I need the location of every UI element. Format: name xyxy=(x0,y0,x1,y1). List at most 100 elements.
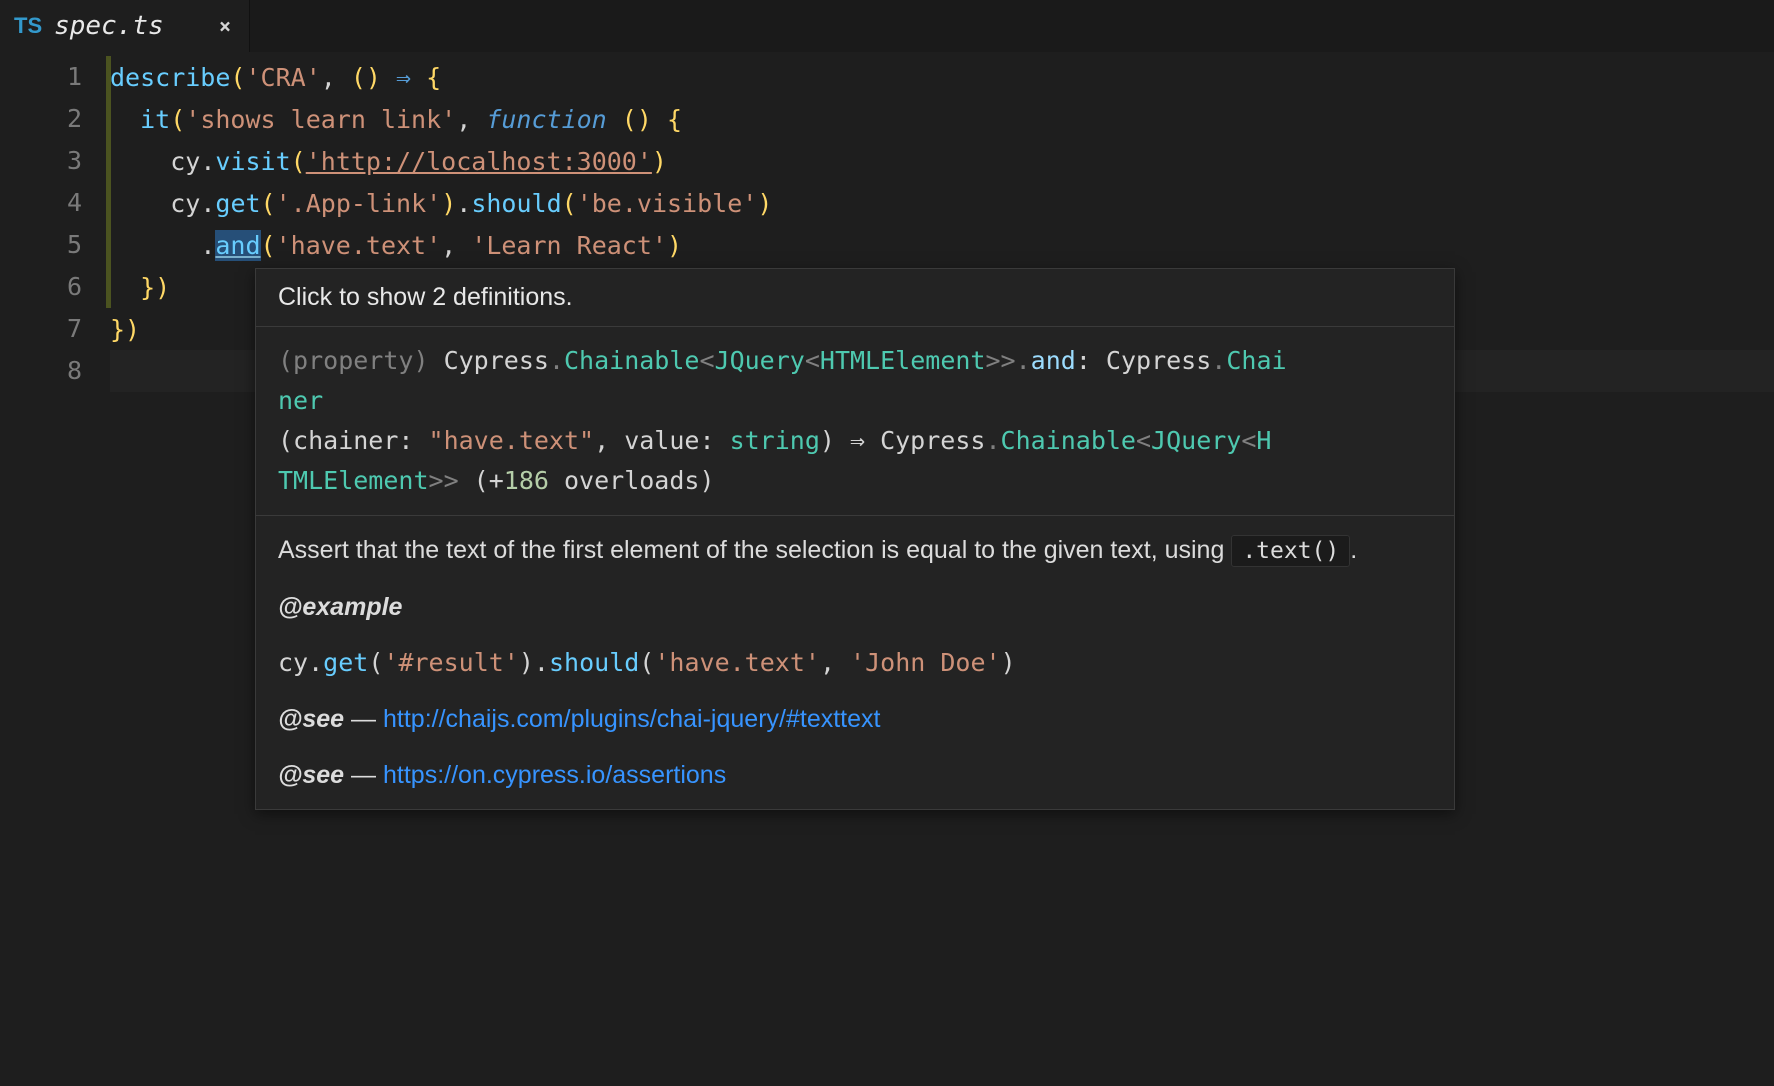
doc-mdash: — xyxy=(344,761,383,789)
doc-tag-see: @see xyxy=(278,705,344,733)
sig-token: < xyxy=(805,346,820,375)
sig-token: ) ⇒ Cypress xyxy=(820,426,986,455)
token-object: cy xyxy=(170,147,200,176)
token-string: 'have.text' xyxy=(276,231,442,260)
token-brace: { xyxy=(652,105,682,134)
sig-token: < xyxy=(1136,426,1151,455)
line-number: 2 xyxy=(0,98,82,140)
sig-token: , value: xyxy=(594,426,729,455)
line-number: 3 xyxy=(0,140,82,182)
token-url[interactable]: 'http://localhost:3000' xyxy=(306,147,652,176)
doc-tag-see: @see xyxy=(278,761,344,789)
token-dot: . xyxy=(200,189,215,218)
token-comma: , xyxy=(441,231,471,260)
token-paren: ( xyxy=(261,231,276,260)
line-number: 4 xyxy=(0,182,82,224)
sig-token: Chainable xyxy=(1001,426,1136,455)
token-string: 'be.visible' xyxy=(577,189,758,218)
code-line[interactable]: describe('CRA', () ⇒ { xyxy=(110,56,1774,98)
token-function: get xyxy=(215,189,260,218)
token-brace: }) xyxy=(110,315,140,344)
token-brace: }) xyxy=(140,273,170,302)
ex-token: ( xyxy=(368,648,383,677)
ex-token: 'have.text' xyxy=(654,648,820,677)
sig-token: JQuery xyxy=(715,346,805,375)
hover-documentation: Assert that the text of the first elemen… xyxy=(256,516,1454,809)
line-number-gutter: 1 2 3 4 5 6 7 8 xyxy=(0,56,110,392)
sig-token: TMLElement xyxy=(278,466,429,495)
sig-token: "have.text" xyxy=(429,426,595,455)
doc-mdash: — xyxy=(344,705,383,733)
token-dot: . xyxy=(200,231,215,260)
ex-token: . xyxy=(534,648,549,677)
token-paren: ( xyxy=(291,147,306,176)
ex-token: cy xyxy=(278,648,308,677)
token-comma: , xyxy=(321,63,351,92)
token-and-selected[interactable]: and xyxy=(215,230,260,261)
token-paren: ) xyxy=(667,231,682,260)
doc-text: Assert that the text of the first elemen… xyxy=(278,536,1231,564)
tab-bar: TS spec.ts × xyxy=(0,0,1774,52)
line-number: 8 xyxy=(0,350,82,392)
doc-example-code: cy.get('#result').should('have.text', 'J… xyxy=(278,643,1432,683)
sig-token: >> xyxy=(985,346,1015,375)
ex-token: ) xyxy=(1001,648,1016,677)
doc-text: . xyxy=(1350,536,1357,564)
sig-token: and xyxy=(1031,346,1076,375)
sig-token: . xyxy=(985,426,1000,455)
ex-token: , xyxy=(820,648,850,677)
git-change-marker xyxy=(106,56,111,308)
token-function: should xyxy=(471,189,561,218)
token-function: visit xyxy=(215,147,290,176)
intellisense-hover[interactable]: Click to show 2 definitions. (property) … xyxy=(255,268,1455,810)
token-string: 'shows learn link' xyxy=(185,105,456,134)
line-number: 7 xyxy=(0,308,82,350)
ex-token: . xyxy=(308,648,323,677)
token-paren: () xyxy=(351,63,381,92)
code-line[interactable]: cy.visit('http://localhost:3000') xyxy=(110,140,1774,182)
sig-overload-count: 186 xyxy=(504,466,549,495)
token-dot: . xyxy=(456,189,471,218)
sig-token: string xyxy=(730,426,820,455)
hover-definitions-link[interactable]: Click to show 2 definitions. xyxy=(256,269,1454,327)
token-paren: ( xyxy=(562,189,577,218)
close-icon[interactable]: × xyxy=(219,14,231,38)
token-function: describe xyxy=(110,63,230,92)
token-comma: , xyxy=(456,105,486,134)
sig-token: H xyxy=(1256,426,1271,455)
sig-token: < xyxy=(699,346,714,375)
sig-token: Cypress xyxy=(429,346,549,375)
sig-token: JQuery xyxy=(1151,426,1241,455)
editor-tab[interactable]: TS spec.ts × xyxy=(0,0,250,52)
typescript-icon: TS xyxy=(14,13,42,39)
line-number: 1 xyxy=(0,56,82,98)
sig-token: (+ xyxy=(459,466,504,495)
token-keyword: function xyxy=(486,105,606,134)
code-line[interactable]: cy.get('.App-link').should('be.visible') xyxy=(110,182,1774,224)
sig-token: (chainer: xyxy=(278,426,429,455)
sig-token: < xyxy=(1241,426,1256,455)
token-string: '.App-link' xyxy=(276,189,442,218)
ex-token: ( xyxy=(639,648,654,677)
code-line[interactable]: .and('have.text', 'Learn React') xyxy=(110,224,1774,266)
token-paren: ) xyxy=(441,189,456,218)
doc-link[interactable]: https://on.cypress.io/assertions xyxy=(383,761,726,789)
token-object: cy xyxy=(170,189,200,218)
ex-token: get xyxy=(323,648,368,677)
hover-signature: (property) Cypress.Chainable<JQuery<HTML… xyxy=(256,327,1454,516)
tab-filename: spec.ts xyxy=(54,11,164,41)
sig-token: : Cypress xyxy=(1076,346,1211,375)
sig-token: Chainable xyxy=(564,346,699,375)
token-paren: ) xyxy=(757,189,772,218)
doc-code: .text() xyxy=(1231,535,1350,567)
sig-token: ner xyxy=(278,386,323,415)
token-paren: ) xyxy=(652,147,667,176)
doc-link[interactable]: http://chaijs.com/plugins/chai-jquery/#t… xyxy=(383,705,880,733)
token-paren: ( xyxy=(170,105,185,134)
sig-token: . xyxy=(1016,346,1031,375)
line-number: 5 xyxy=(0,224,82,266)
code-line[interactable]: it('shows learn link', function () { xyxy=(110,98,1774,140)
ex-token: should xyxy=(549,648,639,677)
sig-token: overloads) xyxy=(549,466,715,495)
token-brace: { xyxy=(426,63,441,92)
